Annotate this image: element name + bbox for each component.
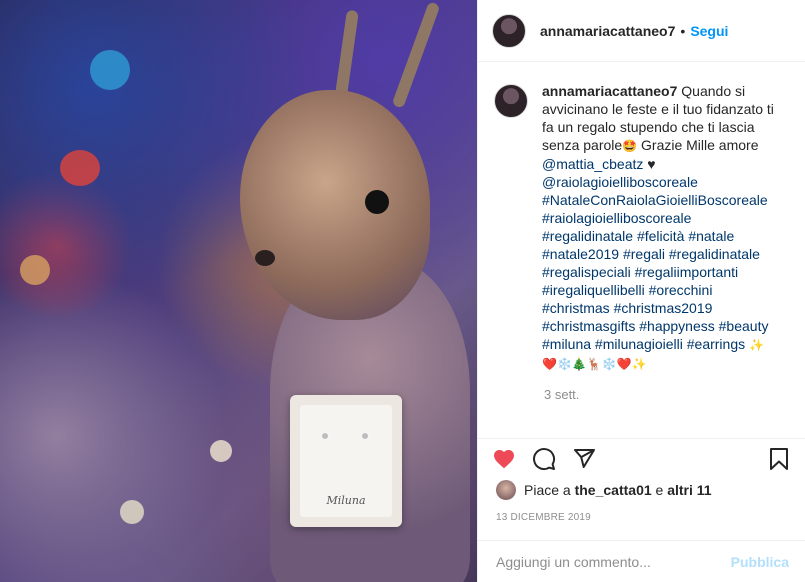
mention-link[interactable]: @mattia_cbeatz [542, 156, 643, 172]
deer-antler [391, 1, 441, 109]
earring-stud [322, 433, 328, 439]
action-bar [478, 438, 805, 478]
add-comment-bar: Pubblica [478, 540, 805, 582]
caption-thanks: Grazie Mille amore [641, 137, 759, 153]
sparkle-emoji: ✨ [749, 338, 764, 352]
bokeh-light [210, 440, 232, 462]
follow-button[interactable]: Segui [690, 23, 728, 39]
caption-text: annamariacattaneo7 Quando si avvicinano … [542, 82, 776, 373]
likes-prefix: Piace a [524, 482, 571, 498]
likes-others-link[interactable]: altri 11 [667, 482, 711, 498]
separator-dot: • [680, 22, 686, 39]
box-brand-logo: Miluna [326, 494, 366, 507]
hashtag-line[interactable]: @raiolagioielliboscoreale [542, 174, 698, 190]
heart-filled-icon[interactable] [492, 447, 516, 471]
hashtag-line[interactable]: #regalispeciali #regaliimportanti [542, 264, 738, 280]
earring-stud [362, 433, 368, 439]
heart-symbol: ♥ [647, 156, 656, 172]
share-icon[interactable] [572, 447, 596, 471]
earring-box: Miluna [290, 395, 402, 527]
caption-time-ago[interactable]: 3 sett. [544, 387, 789, 402]
deer-head [240, 90, 430, 320]
post-header: annamariacattaneo7 • Segui [478, 0, 805, 62]
hashtag-line[interactable]: #regalidinatale #felicità #natale [542, 228, 734, 244]
author-username[interactable]: annamariacattaneo7 [540, 23, 675, 39]
hashtag-line[interactable]: #NataleConRaiolaGioielliBoscoreale [542, 192, 768, 208]
likes-summary: Piace a the_catta01 e altri 11 [496, 480, 712, 500]
caption-row: annamariacattaneo7 Quando si avvicinano … [494, 82, 789, 373]
comments-section: annamariacattaneo7 Quando si avvicinano … [478, 62, 805, 438]
bokeh-light [90, 50, 130, 90]
author-avatar[interactable] [492, 13, 526, 48]
post-photo[interactable]: Miluna [0, 0, 477, 582]
comment-icon[interactable] [532, 447, 556, 471]
hashtag-line[interactable]: #christmas #christmas2019 [542, 300, 712, 316]
bokeh-light [60, 150, 100, 186]
bokeh-light [120, 500, 144, 524]
deer-nose [255, 250, 275, 266]
comment-input[interactable] [494, 552, 731, 571]
emoji-line: ❤️❄️🎄🦌❄️❤️✨ [542, 357, 647, 371]
caption-emoji: 🤩 [622, 139, 638, 153]
bookmark-icon[interactable] [767, 447, 791, 471]
post-side-panel: annamariacattaneo7 • Segui annamariacatt… [477, 0, 805, 582]
publish-button[interactable]: Pubblica [731, 554, 789, 570]
hashtag-line[interactable]: #raiolagioielliboscoreale [542, 210, 691, 226]
liker-avatar[interactable] [496, 480, 516, 500]
liker-username[interactable]: the_catta01 [575, 482, 652, 498]
hashtag-line[interactable]: #christmasgifts #happyness #beauty [542, 318, 768, 334]
hashtag-line[interactable]: #miluna #milunagioielli #earrings [542, 336, 745, 352]
hashtag-line[interactable]: #iregaliquellibelli #orecchini [542, 282, 712, 298]
deer-eye [365, 190, 389, 214]
bokeh-light [20, 255, 50, 285]
caption-author-avatar[interactable] [494, 84, 528, 118]
post-date[interactable]: 13 DICEMBRE 2019 [496, 512, 591, 523]
hashtag-line[interactable]: #natale2019 #regali #regalidinatale [542, 246, 760, 262]
caption-username[interactable]: annamariacattaneo7 [542, 83, 677, 99]
likes-conjunction: e [655, 482, 664, 498]
